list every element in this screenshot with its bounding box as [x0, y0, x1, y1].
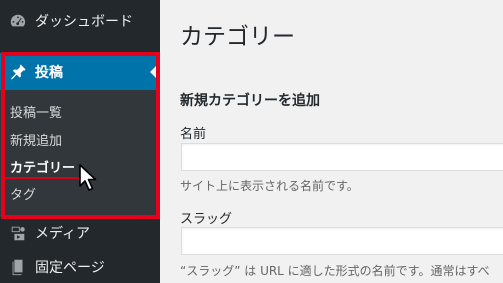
submenu-item-all-posts[interactable]: 投稿一覧 — [10, 102, 62, 121]
page-title: カテゴリー — [180, 24, 295, 50]
annotation-underline — [5, 177, 79, 179]
sidebar-item-media[interactable]: メディア — [0, 216, 160, 250]
posts-submenu: 投稿一覧 新規追加 カテゴリー タグ — [0, 90, 160, 217]
sidebar-item-label: 固定ページ — [35, 260, 105, 276]
pin-icon — [8, 62, 28, 82]
name-description: サイト上に表示される名前です。 — [180, 179, 359, 193]
category-slug-input[interactable] — [181, 227, 503, 255]
category-name-input[interactable] — [181, 143, 503, 171]
submenu-item-add-new[interactable]: 新規追加 — [10, 130, 62, 149]
submenu-item-tags[interactable]: タグ — [10, 184, 36, 203]
current-menu-arrow — [150, 64, 158, 80]
sidebar-item-label: 投稿 — [35, 64, 63, 81]
admin-sidebar: ダッシュボード 投稿 投稿一覧 新規追加 カテゴリー タグ メディア 固定ページ — [0, 0, 160, 283]
submenu-item-categories[interactable]: カテゴリー — [10, 157, 75, 176]
pages-icon — [8, 257, 28, 277]
main-content: カテゴリー 新規カテゴリーを追加 名前 サイト上に表示される名前です。 スラッグ… — [160, 0, 503, 283]
dashboard-icon — [8, 11, 28, 31]
sidebar-item-label: メディア — [35, 226, 91, 242]
slug-description: “スラッグ” は URL に適した形式の名前です。通常はすべ — [180, 264, 490, 278]
sidebar-item-dashboard[interactable]: ダッシュボード — [0, 4, 160, 38]
name-label: 名前 — [180, 127, 207, 142]
sidebar-item-pages[interactable]: 固定ページ — [0, 250, 160, 283]
add-category-heading: 新規カテゴリーを追加 — [180, 93, 320, 109]
sidebar-item-posts[interactable]: 投稿 — [0, 53, 160, 90]
slug-label: スラッグ — [180, 212, 233, 227]
sidebar-item-label: ダッシュボード — [35, 14, 133, 30]
mouse-cursor-icon — [79, 164, 97, 191]
media-icon — [8, 223, 28, 243]
